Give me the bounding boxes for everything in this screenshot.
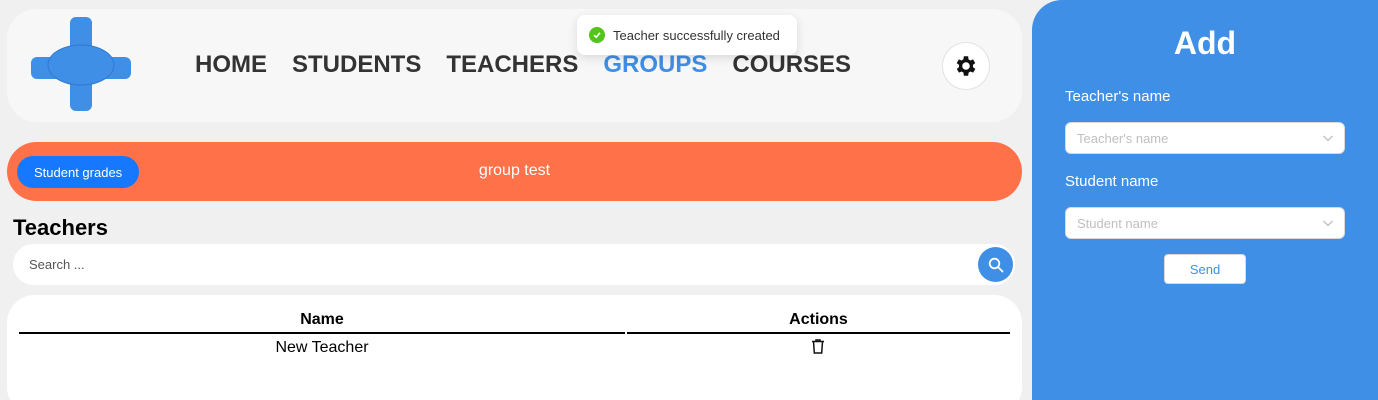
send-button[interactable]: Send: [1164, 254, 1246, 284]
student-name-select[interactable]: Student name: [1065, 207, 1345, 239]
header-divider: [627, 332, 1010, 334]
chevron-down-icon: [1323, 220, 1333, 227]
check-circle-icon: [589, 27, 605, 43]
nav-teachers[interactable]: TEACHERS: [446, 51, 578, 79]
search-input[interactable]: [29, 254, 929, 275]
trash-icon[interactable]: [809, 337, 827, 355]
search-icon: [988, 257, 1003, 272]
group-name: group test: [478, 162, 551, 179]
settings-button[interactable]: [942, 42, 990, 90]
teacher-name-label: Teacher's name: [1065, 88, 1171, 105]
search-bar: [13, 244, 1015, 285]
section-title: Teachers: [13, 215, 108, 240]
teachers-table: Name Actions New Teacher: [7, 295, 1022, 400]
search-button[interactable]: [978, 247, 1013, 282]
nav-courses[interactable]: COURSES: [732, 51, 851, 79]
table-cell-name: New Teacher: [275, 339, 369, 356]
header-divider: [19, 332, 625, 334]
student-name-label: Student name: [1065, 173, 1159, 190]
nav-groups[interactable]: GROUPS: [603, 51, 707, 79]
nav-home[interactable]: HOME: [195, 51, 267, 79]
teacher-name-select[interactable]: Teacher's name: [1065, 122, 1345, 154]
main-nav: HOME STUDENTS TEACHERS GROUPS COURSES: [195, 51, 851, 79]
column-header-name[interactable]: Name: [19, 311, 625, 329]
add-panel: Add Teacher's name Teacher's name Studen…: [1032, 0, 1378, 400]
panel-title: Add: [1173, 25, 1237, 61]
column-header-actions: Actions: [789, 311, 848, 328]
top-header: HOME STUDENTS TEACHERS GROUPS COURSES: [7, 9, 1022, 122]
chevron-down-icon: [1323, 135, 1333, 142]
success-toast: Teacher successfully created: [577, 15, 797, 55]
nav-students[interactable]: STUDENTS: [292, 51, 421, 79]
student-name-placeholder: Student name: [1077, 216, 1158, 231]
toast-message: Teacher successfully created: [613, 27, 780, 43]
teacher-name-placeholder: Teacher's name: [1077, 131, 1169, 146]
logo-cross-icon[interactable]: [31, 17, 131, 111]
group-banner: Student grades group test: [7, 142, 1022, 201]
gear-icon: [956, 56, 976, 76]
